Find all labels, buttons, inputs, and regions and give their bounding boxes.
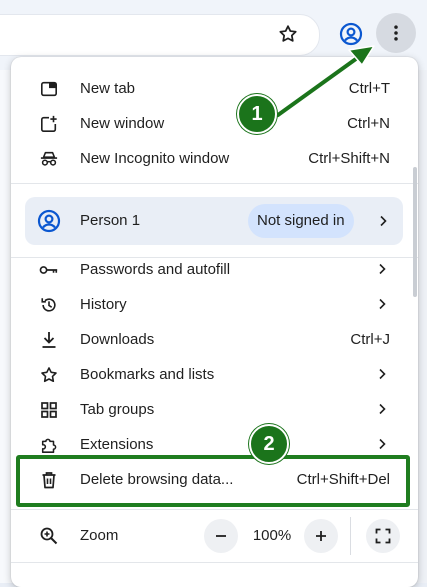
menu-item-new-tab[interactable]: New tab Ctrl+T	[11, 71, 418, 106]
menu-item-label: Downloads	[80, 331, 155, 348]
star-icon	[39, 365, 59, 385]
menu-item-label: New window	[80, 115, 165, 132]
new-window-icon	[39, 114, 59, 134]
menu-divider	[11, 509, 418, 510]
menu-item-history[interactable]: History	[11, 287, 418, 322]
chevron-right-icon	[379, 298, 386, 310]
plus-icon	[316, 531, 326, 541]
tab-groups-icon	[39, 400, 59, 420]
menu-item-bookmarks-lists[interactable]: Bookmarks and lists	[11, 357, 418, 392]
menu-item-downloads[interactable]: Downloads Ctrl+J	[11, 322, 418, 357]
more-vert-icon	[394, 25, 398, 41]
chevron-right-icon	[379, 403, 386, 415]
zoom-out-button[interactable]	[204, 519, 238, 553]
key-icon	[39, 260, 59, 280]
profile-row[interactable]: Person 1 Not signed in	[25, 197, 403, 245]
account-circle-icon	[37, 209, 61, 233]
zoom-row: Zoom 100%	[11, 517, 418, 555]
zoom-in-button[interactable]	[304, 519, 338, 553]
history-icon	[39, 295, 59, 315]
menu-item-passwords-autofill[interactable]: Passwords and autofill	[11, 252, 418, 287]
menu-item-new-incognito-window[interactable]: New Incognito window Ctrl+Shift+N	[11, 141, 418, 176]
menu-divider	[11, 562, 418, 563]
shortcut-text: Ctrl+T	[348, 80, 390, 97]
sign-in-status-chip[interactable]: Not signed in	[248, 204, 354, 238]
zoom-icon	[40, 527, 58, 545]
chevron-right-icon	[380, 215, 387, 227]
new-tab-icon	[39, 79, 59, 99]
menu-item-label: New Incognito window	[80, 150, 230, 167]
menu-item-label: History	[80, 296, 127, 313]
shortcut-text: Ctrl+N	[347, 115, 390, 132]
menu-scrollbar[interactable]	[413, 167, 417, 297]
menu-item-label: Bookmarks and lists	[80, 366, 215, 383]
highlight-box	[16, 455, 410, 507]
menu-divider	[11, 183, 418, 184]
minus-icon	[216, 535, 226, 537]
chevron-right-icon	[379, 438, 386, 450]
step-badge-1: 1	[237, 94, 277, 134]
download-icon	[39, 330, 59, 350]
chevron-right-icon	[379, 368, 386, 380]
shortcut-text: Ctrl+Shift+N	[308, 150, 390, 167]
more-menu-button[interactable]	[376, 13, 416, 53]
shortcut-text: Ctrl+J	[350, 331, 390, 348]
zoom-level: 100%	[252, 527, 292, 544]
profile-button[interactable]	[336, 19, 366, 49]
profile-name: Person 1	[80, 212, 141, 229]
menu-item-label: Passwords and autofill	[80, 261, 231, 278]
step-badge-2: 2	[249, 424, 289, 464]
incognito-icon	[39, 149, 59, 169]
bookmark-star-icon	[279, 25, 297, 42]
chrome-menu: New tab Ctrl+T New window Ctrl+N New Inc…	[11, 57, 418, 587]
fullscreen-icon	[375, 528, 391, 544]
zoom-divider	[350, 517, 351, 555]
fullscreen-button[interactable]	[366, 519, 400, 553]
address-bar[interactable]	[0, 14, 320, 56]
extension-icon	[39, 435, 59, 455]
menu-item-label: New tab	[80, 80, 136, 97]
zoom-label: Zoom	[80, 527, 119, 544]
chevron-right-icon	[379, 263, 386, 275]
bookmark-star-button[interactable]	[274, 20, 302, 48]
menu-item-tab-groups[interactable]: Tab groups	[11, 392, 418, 427]
menu-item-label: Tab groups	[80, 401, 155, 418]
menu-item-new-window[interactable]: New window Ctrl+N	[11, 106, 418, 141]
profile-icon	[339, 22, 363, 46]
